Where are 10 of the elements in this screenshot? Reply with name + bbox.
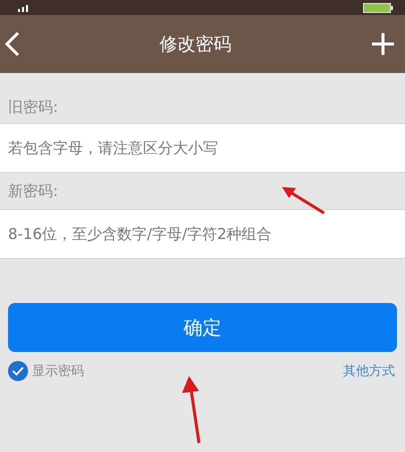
field-label: 新密码: — [7, 181, 58, 202]
page-title: 修改密码 — [160, 33, 232, 56]
password-field[interactable]: 8-16位，至少含数字/字母/字符2种组合 — [0, 209, 405, 259]
password-field[interactable]: 若包含字母，请注意区分大小写 — [0, 123, 405, 173]
confirm-button[interactable]: 确定 — [8, 303, 397, 352]
battery-icon — [363, 2, 393, 12]
arrow-annotation — [280, 184, 326, 216]
other-methods-link[interactable]: 其他方式 — [343, 362, 395, 380]
show-password-checkbox[interactable]: 显示密码 — [8, 361, 84, 381]
field-label: 旧密码: — [7, 97, 58, 118]
